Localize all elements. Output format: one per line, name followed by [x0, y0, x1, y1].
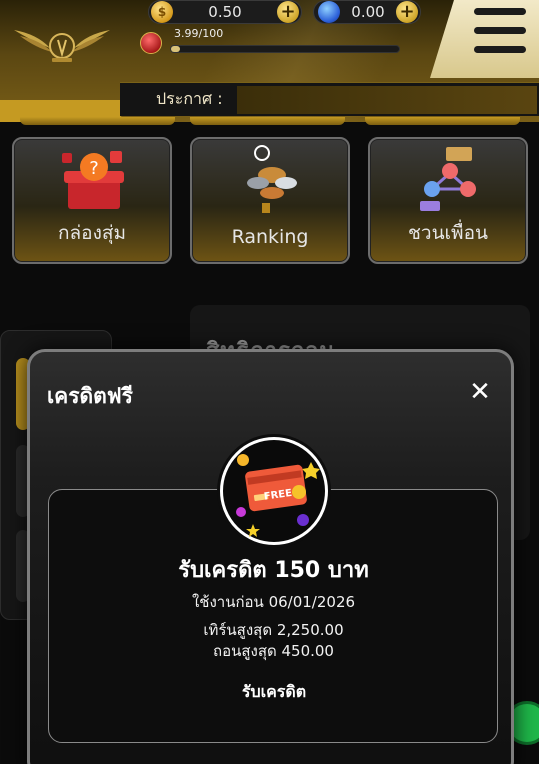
gift-box-icon: ?: [62, 151, 124, 209]
xp-progress-bar: [170, 45, 400, 53]
coin-balance-value: 0.50: [208, 3, 242, 21]
free-credit-card-icon: FREE: [236, 454, 320, 537]
add-gem-button[interactable]: +: [396, 1, 418, 23]
ranking-coins-icon: [247, 145, 297, 213]
modal-title: เครดิตฟรี: [47, 384, 133, 408]
card-top-strip: [190, 117, 345, 125]
card-top-strip: [365, 117, 520, 125]
svg-text:?: ?: [89, 158, 99, 179]
invite-network-icon: [420, 147, 476, 211]
offer-expiry: ใช้งานก่อน 06/01/2026: [191, 593, 356, 611]
gem-balance-value: 0.00: [351, 3, 385, 21]
xp-progress-fill: [171, 46, 181, 52]
add-coin-button[interactable]: +: [277, 1, 299, 23]
xp-progress-text: 3.99/100: [174, 27, 224, 40]
announcement-label: ประกาศ :: [156, 89, 223, 108]
free-credit-badge: FREE: [220, 437, 328, 545]
invite-friends-card[interactable]: ชวนเพื่อน: [368, 137, 528, 264]
random-box-label: กล่องสุ่ม: [58, 222, 126, 244]
ranking-card[interactable]: Ranking: [190, 137, 350, 264]
top-header: $ 0.50 + 0.00 + 3.99/100 ประกาศ :: [0, 0, 539, 122]
card-top-strip: [20, 117, 175, 125]
coin-icon: $: [151, 1, 173, 23]
menu-bar: [474, 8, 526, 15]
announcement-bar: ประกาศ :: [120, 82, 539, 116]
coin-balance-pill: $ 0.50 +: [148, 0, 302, 24]
gem-balance-pill: 0.00 +: [313, 0, 421, 24]
close-icon[interactable]: ✕: [466, 378, 494, 406]
offer-title: รับเครดิต 150 บาท: [178, 558, 369, 583]
level-badge-icon: [140, 32, 162, 54]
offer-max-withdraw: ถอนสูงสุด 450.00: [213, 642, 334, 660]
site-logo[interactable]: [12, 20, 112, 64]
free-credit-modal: เครดิตฟรี ✕ FREE รับเครดิต 150 บาท ใช้งา…: [27, 349, 514, 764]
menu-bar: [474, 27, 526, 34]
invite-friends-label: ชวนเพื่อน: [408, 222, 488, 244]
claim-credit-button[interactable]: รับเครดิต: [210, 678, 338, 706]
ranking-label: Ranking: [231, 226, 309, 248]
gem-icon: [318, 1, 340, 23]
menu-bar: [474, 46, 526, 53]
random-box-card[interactable]: ? กล่องสุ่ม: [12, 137, 172, 264]
announcement-marquee: [236, 85, 537, 114]
